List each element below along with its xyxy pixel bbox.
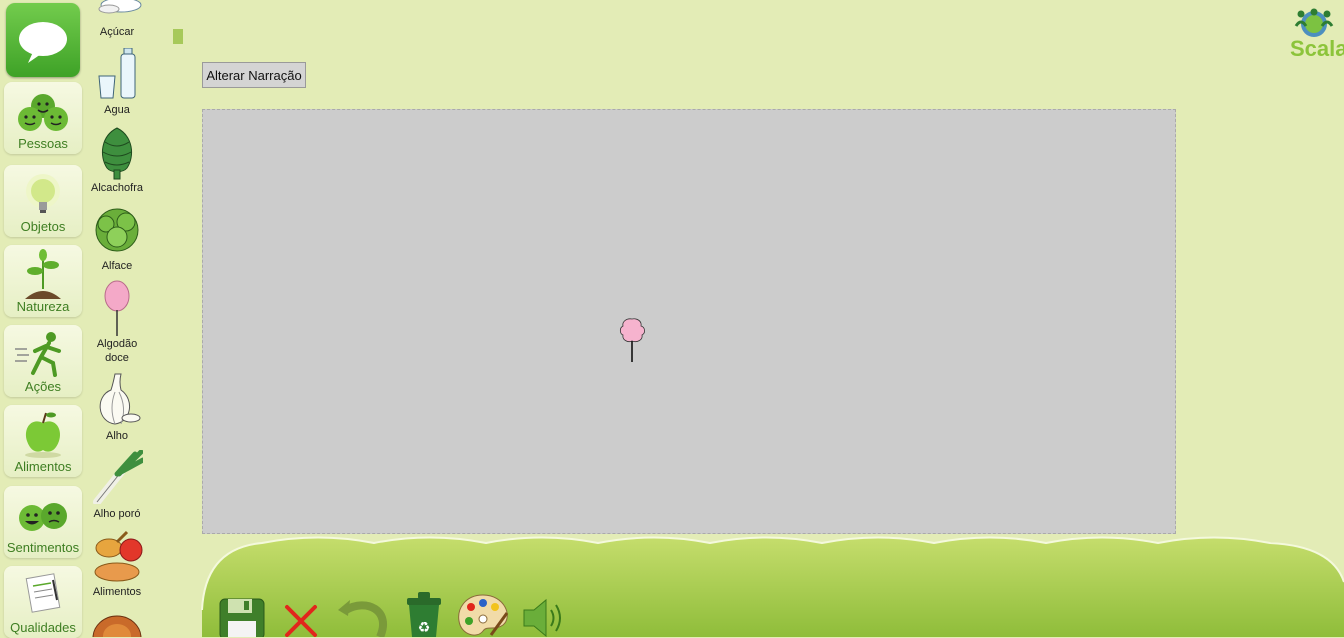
bottom-toolbar xyxy=(201,536,1344,637)
trash-icon[interactable]: ♻ xyxy=(403,590,445,637)
close-icon[interactable] xyxy=(281,601,321,637)
speaker-icon[interactable] xyxy=(520,598,568,637)
palette-icon[interactable] xyxy=(455,591,511,637)
save-icon[interactable] xyxy=(218,597,266,637)
undo-icon[interactable] xyxy=(336,596,390,637)
svg-text:♻: ♻ xyxy=(418,620,431,636)
